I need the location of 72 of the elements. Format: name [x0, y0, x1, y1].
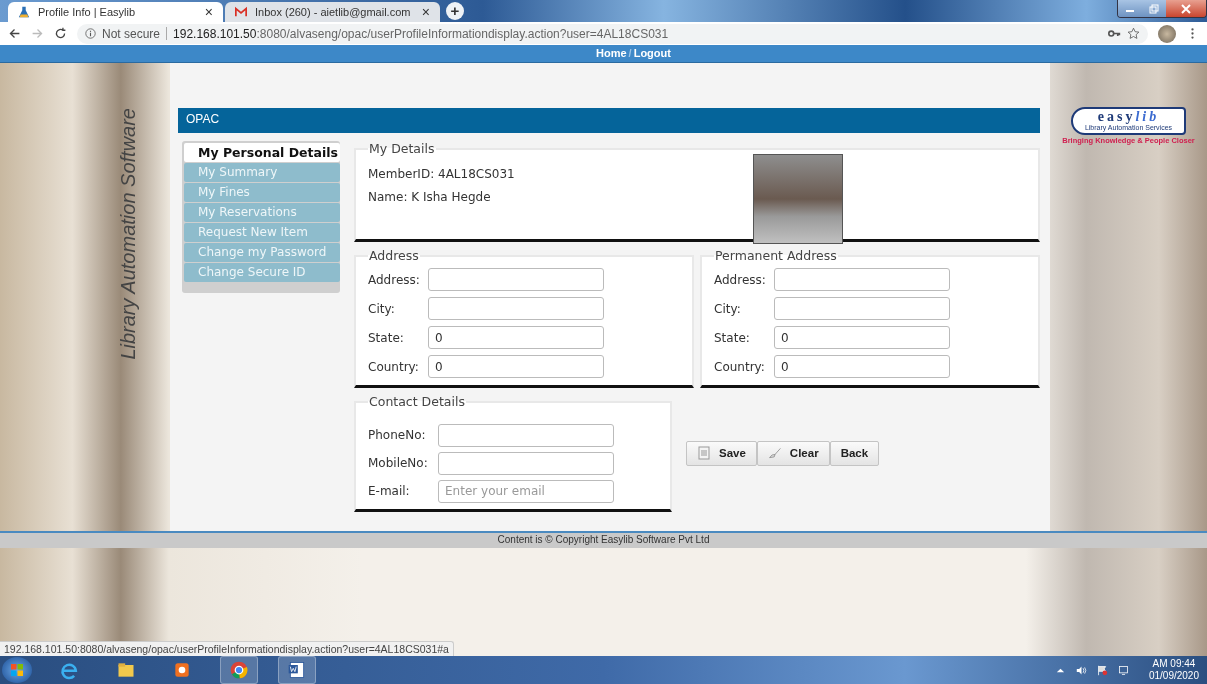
- close-icon[interactable]: [1166, 0, 1206, 17]
- status-url: 192.168.101.50:8080/alvaseng/opac/userProfileInformationdisplay.action?user=4AL18CS031#a: [0, 641, 454, 656]
- member-name: Name: K Isha Hegde: [368, 190, 492, 204]
- field-label: PhoneNo:: [368, 428, 427, 442]
- monitor-icon[interactable]: [1117, 664, 1129, 676]
- tab-title: Profile Info | Easylib: [38, 6, 136, 18]
- section-header: OPAC: [178, 108, 1040, 133]
- panel-legend: Address: [368, 248, 420, 263]
- flag-icon[interactable]: [1096, 664, 1108, 676]
- field-label: E-mail:: [368, 484, 411, 498]
- url-text: 192.168.101.50:8080/alvaseng/opac/userProfileInformationdisplay.action?user=4AL18CS031: [173, 26, 669, 41]
- back-button[interactable]: Back: [829, 440, 880, 466]
- profile-avatar[interactable]: [1158, 24, 1176, 43]
- input-field[interactable]: Enter your email: [438, 479, 614, 503]
- info-icon: [85, 28, 96, 39]
- logo-wordmark: easy lib: [1097, 110, 1160, 124]
- field-label: City:: [368, 301, 396, 316]
- panel-legend: My Details: [368, 141, 436, 156]
- input-field[interactable]: [774, 297, 950, 320]
- input-field[interactable]: 0: [428, 355, 604, 378]
- browser-tab[interactable]: Inbox (260) - aietlib@gmail.com ×: [225, 2, 440, 22]
- word-document-icon[interactable]: [278, 656, 316, 684]
- clear-button[interactable]: Clear: [756, 440, 830, 466]
- minimize-icon[interactable]: [1118, 0, 1142, 17]
- copyright-text: Content is © Copyright Easylib Software Pvt Ltd: [497, 534, 710, 545]
- document-icon: [697, 446, 711, 460]
- star-icon[interactable]: [1127, 27, 1140, 40]
- key-icon[interactable]: [1108, 27, 1121, 40]
- close-icon[interactable]: ×: [421, 4, 430, 20]
- broom-icon: [767, 446, 782, 460]
- speaker-icon[interactable]: [1075, 664, 1087, 676]
- flask-icon: [18, 6, 30, 18]
- input-field[interactable]: [438, 451, 614, 475]
- field-label: State:: [368, 330, 405, 345]
- browser-tab[interactable]: Profile Info | Easylib ×: [8, 2, 223, 22]
- input-field[interactable]: [774, 268, 950, 291]
- field-label: Country:: [368, 359, 420, 374]
- clock-date: 01/09/2020: [1148, 670, 1199, 682]
- address-field[interactable]: Not secure 192.168.101.50:8080/alvaseng/opac/userProfileInformationdisplay.action?user=4AL18CS031: [77, 23, 1148, 44]
- input-field[interactable]: [428, 268, 604, 291]
- field-label: Country:: [714, 359, 766, 374]
- new-tab-button[interactable]: +: [446, 2, 464, 20]
- chrome-icon[interactable]: [220, 656, 258, 684]
- logout-link[interactable]: Logout: [633, 45, 671, 62]
- input-field[interactable]: 0: [774, 355, 950, 378]
- input-field[interactable]: [438, 423, 614, 447]
- restore-icon[interactable]: [1142, 0, 1166, 17]
- input-field[interactable]: [428, 297, 604, 320]
- close-icon[interactable]: ×: [204, 4, 213, 20]
- input-field[interactable]: 0: [428, 326, 604, 349]
- save-button[interactable]: Save: [686, 440, 757, 466]
- mail-icon: [235, 6, 247, 18]
- back-arrow-icon[interactable]: [8, 27, 21, 40]
- nav-separator: /: [628, 46, 632, 61]
- field-label: City:: [714, 301, 742, 316]
- tab-title: Inbox (260) - aietlib@gmail.com: [255, 6, 412, 18]
- side-title: Library Automation Software: [117, 108, 140, 360]
- input-field[interactable]: 0: [774, 326, 950, 349]
- reload-icon[interactable]: [54, 27, 67, 40]
- field-label: Address:: [368, 272, 421, 287]
- panel-legend: Permanent Address: [714, 248, 838, 263]
- field-label: Address:: [714, 272, 767, 287]
- clock-time: AM 09:44: [1152, 658, 1196, 670]
- field-label: State:: [714, 330, 751, 345]
- windows-logo-icon: [9, 662, 25, 678]
- security-label: Not secure: [102, 26, 161, 41]
- home-link[interactable]: Home: [596, 45, 627, 62]
- member-id: MemberID: 4AL18CS031: [368, 167, 516, 181]
- menu-item[interactable]: My Personal Details: [184, 143, 340, 162]
- field-label: MobileNo:: [368, 456, 429, 470]
- start-button[interactable]: [2, 657, 32, 683]
- panel-legend: Contact Details: [368, 394, 466, 409]
